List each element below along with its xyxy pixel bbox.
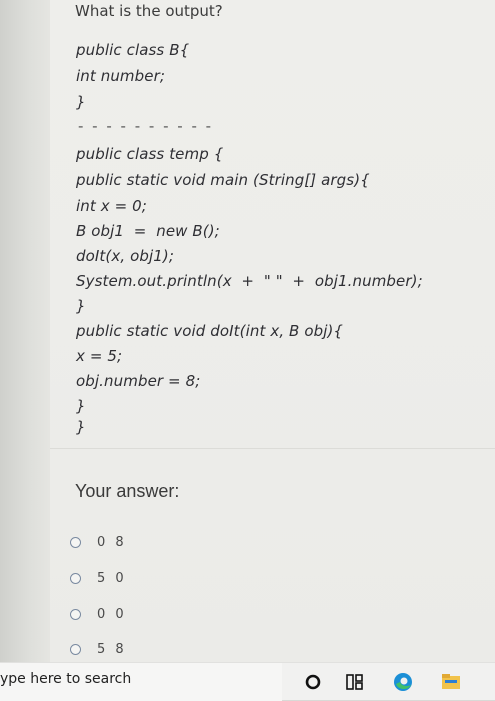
code-line-15: } [76, 418, 86, 436]
file-explorer-icon[interactable] [440, 671, 462, 693]
answer-option-2[interactable]: 5 0 [70, 567, 127, 589]
code-line-8: doIt(x, obj1); [76, 247, 174, 265]
answer-option-4[interactable]: 5 8 [70, 638, 127, 660]
code-line-2: int number; [76, 67, 166, 85]
code-separator: - - - - - - - - - - [78, 117, 214, 135]
taskbar-search-box[interactable]: ype here to search [0, 663, 282, 701]
option-label: 0 8 [97, 534, 127, 550]
cortana-icon[interactable] [302, 671, 324, 693]
radio-button[interactable] [70, 608, 81, 620]
code-line-10: } [76, 297, 86, 315]
code-line-13: obj.number = 8; [76, 372, 201, 390]
code-line-14: } [76, 397, 86, 415]
option-label: 5 8 [97, 641, 127, 657]
radio-button[interactable] [70, 572, 81, 584]
question-title: What is the output? [75, 2, 223, 20]
code-line-11: public static void doIt(int x, B obj){ [76, 322, 344, 340]
code-line-3: } [76, 93, 86, 111]
windows-taskbar: ype here to search [0, 662, 495, 701]
code-line-1: public class B{ [76, 41, 190, 59]
question-card: What is the output? public class B{ int … [50, 0, 495, 662]
code-line-5: public static void main (String[] args){ [76, 171, 370, 189]
option-label: 5 0 [97, 570, 127, 586]
code-line-12: x = 5; [76, 347, 123, 365]
code-line-9: System.out.println(x + " " + obj1.number… [76, 272, 423, 290]
option-label: 0 0 [97, 606, 127, 622]
radio-button[interactable] [70, 536, 81, 548]
answer-option-3[interactable]: 0 0 [70, 603, 127, 625]
edge-browser-icon[interactable] [392, 671, 414, 693]
task-view-icon[interactable] [344, 671, 366, 693]
search-placeholder: ype here to search [0, 671, 132, 687]
code-line-4: public class temp { [76, 145, 224, 163]
code-line-6: int x = 0; [76, 197, 147, 215]
browser-page: What is the output? public class B{ int … [0, 0, 495, 662]
answer-option-1[interactable]: 0 8 [70, 531, 127, 553]
section-divider [50, 448, 495, 449]
answer-heading: Your answer: [75, 481, 180, 501]
radio-button[interactable] [70, 643, 81, 655]
code-line-7: B obj1 = new B(); [76, 222, 220, 240]
